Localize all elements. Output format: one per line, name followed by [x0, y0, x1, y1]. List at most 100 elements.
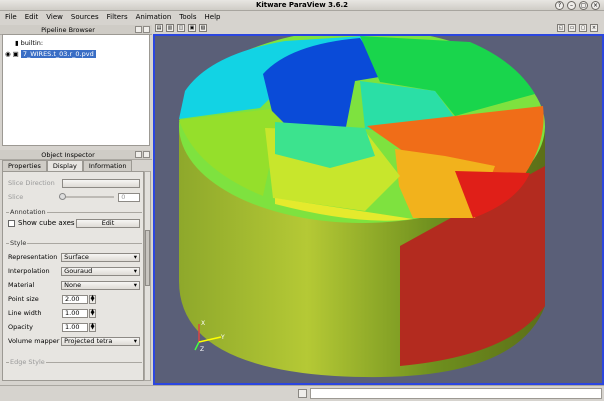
pipeline-browser-title: Pipeline Browser	[41, 26, 95, 34]
menu-help[interactable]: Help	[205, 13, 221, 21]
slice-slider[interactable]	[59, 193, 115, 200]
abort-icon[interactable]	[298, 389, 307, 398]
slice-field[interactable]: 0	[118, 192, 140, 202]
chevron-down-icon: ▾	[133, 253, 137, 261]
menu-file[interactable]: File	[5, 13, 17, 21]
undock-icon[interactable]	[135, 26, 142, 33]
slider-handle[interactable]	[59, 193, 67, 200]
material-select[interactable]: None ▾	[61, 280, 140, 290]
z-axis-label: Z	[200, 346, 204, 353]
point-size-row: Point size 2.00 ▲ ▼	[8, 294, 140, 304]
volume-mapper-row: Volume mapper Projected tetra ▾	[8, 336, 140, 346]
render-view[interactable]: X Y Z	[153, 34, 604, 385]
line-width-field[interactable]: 1.00	[62, 308, 88, 318]
undo-icon[interactable]: ◱	[557, 24, 565, 32]
capture-icon[interactable]: ▧	[199, 24, 207, 32]
volume-mapper-label: Volume mapper	[8, 337, 60, 345]
reset-view-icon[interactable]: ▣	[188, 24, 196, 32]
close-icon[interactable]: ×	[591, 1, 600, 10]
pipeline-item-source[interactable]: ◉ ▣ 7_WIRES.t_03.r_0.pvd	[5, 49, 96, 58]
scroll-thumb[interactable]	[145, 230, 150, 286]
style-group: Style	[6, 239, 142, 247]
style-label: Style	[9, 239, 28, 247]
undock-icon[interactable]	[135, 151, 142, 158]
spin-icon[interactable]: ▲ ▼	[89, 322, 96, 332]
split-vertical-icon[interactable]: ▥	[166, 24, 174, 32]
maximize-view-icon[interactable]: ▢	[579, 24, 587, 32]
x-axis-label: X	[201, 320, 205, 327]
menu-sources[interactable]: Sources	[71, 13, 99, 21]
tab-properties[interactable]: Properties	[2, 160, 47, 171]
display-panel: Slice Direction Slice 0 Annotation Show …	[2, 171, 144, 381]
y-axis-label: Y	[220, 334, 225, 341]
edge-style-group: Edge Style	[6, 358, 142, 366]
data-icon: ▣	[12, 49, 19, 58]
material-row: Material None ▾	[8, 280, 140, 290]
server-icon: ▮	[15, 38, 19, 47]
camera-icon[interactable]: ◫	[177, 24, 185, 32]
interpolation-value: Gouraud	[64, 267, 93, 275]
pipeline-item-builtin[interactable]: ▮ builtin:	[15, 38, 43, 47]
material-label: Material	[8, 281, 35, 289]
menu-tools[interactable]: Tools	[179, 13, 196, 21]
menu-filters[interactable]: Filters	[107, 13, 128, 21]
eye-icon[interactable]: ◉	[5, 50, 11, 58]
cube-axes-row: Show cube axes Edit	[8, 218, 140, 228]
opacity-row: Opacity 1.00 ▲ ▼	[8, 322, 140, 332]
z-axis-line	[194, 341, 200, 351]
progress-bar	[310, 388, 602, 399]
representation-label: Representation	[8, 253, 58, 261]
chevron-down-icon: ▾	[133, 337, 137, 345]
volume-mapper-value: Projected tetra	[64, 337, 113, 345]
window-controls: ? – ▢ ×	[555, 1, 600, 10]
representation-value: Surface	[64, 253, 89, 261]
minimize-icon[interactable]: –	[567, 1, 576, 10]
representation-select[interactable]: Surface ▾	[61, 252, 140, 262]
slice-label: Slice	[8, 193, 24, 201]
point-size-label: Point size	[8, 295, 39, 303]
opacity-label: Opacity	[8, 323, 34, 331]
pipeline-item-label: builtin:	[20, 38, 44, 47]
interpolation-select[interactable]: Gouraud ▾	[61, 266, 140, 276]
window-title: Kitware ParaView 3.6.2	[255, 1, 349, 9]
tab-display[interactable]: Display	[46, 160, 83, 171]
chevron-down-icon: ▾	[133, 281, 137, 289]
close-dock-icon[interactable]	[143, 151, 150, 158]
menu-edit[interactable]: Edit	[25, 13, 39, 21]
help-window-icon[interactable]: ?	[555, 1, 564, 10]
line-width-label: Line width	[8, 309, 42, 317]
cube-axes-checkbox[interactable]	[8, 219, 15, 227]
close-view-icon[interactable]: ×	[590, 24, 598, 32]
show-cube-axes-label: Show cube axes	[18, 219, 75, 227]
view-toolbar: ▤ ▥ ◫ ▣ ▧ ◱ ▭ ▢ ×	[153, 23, 604, 34]
spin-icon[interactable]: ▲ ▼	[89, 308, 96, 318]
inspector-scrollbar[interactable]	[144, 171, 151, 381]
point-size-field[interactable]: 2.00	[62, 294, 88, 304]
spin-icon[interactable]: ▲ ▼	[89, 294, 96, 304]
slice-direction-combo[interactable]	[62, 178, 140, 188]
pipeline-item-label: 7_WIRES.t_03.r_0.pvd	[20, 49, 96, 58]
split-horizontal-icon[interactable]: ▤	[155, 24, 163, 32]
volume-mapper-select[interactable]: Projected tetra ▾	[61, 336, 140, 346]
window-titlebar: Kitware ParaView 3.6.2 ? – ▢ ×	[0, 0, 604, 11]
slice-direction-row: Slice Direction	[8, 178, 140, 188]
menu-animation[interactable]: Animation	[136, 13, 172, 21]
material-value: None	[64, 281, 82, 289]
tab-information[interactable]: Information	[82, 160, 133, 171]
chevron-down-icon: ▾	[133, 267, 137, 275]
annotation-label: Annotation	[9, 208, 47, 216]
menu-bar: File Edit View Sources Filters Animation…	[0, 11, 604, 23]
split-view-icon[interactable]: ▭	[568, 24, 576, 32]
slice-direction-label: Slice Direction	[8, 179, 55, 187]
interpolation-row: Interpolation Gouraud ▾	[8, 266, 140, 276]
edit-button[interactable]: Edit	[76, 218, 140, 228]
opacity-field[interactable]: 1.00	[62, 322, 88, 332]
close-dock-icon[interactable]	[143, 26, 150, 33]
menu-view[interactable]: View	[46, 13, 63, 21]
interpolation-label: Interpolation	[8, 267, 50, 275]
maximize-icon[interactable]: ▢	[579, 1, 588, 10]
cylinder-render: X Y Z	[179, 36, 545, 378]
annotation-group: Annotation	[6, 208, 142, 216]
edge-style-label: Edge Style	[9, 358, 46, 366]
pipeline-browser[interactable]: ▮ builtin: ◉ ▣ 7_WIRES.t_03.r_0.pvd	[2, 34, 150, 146]
